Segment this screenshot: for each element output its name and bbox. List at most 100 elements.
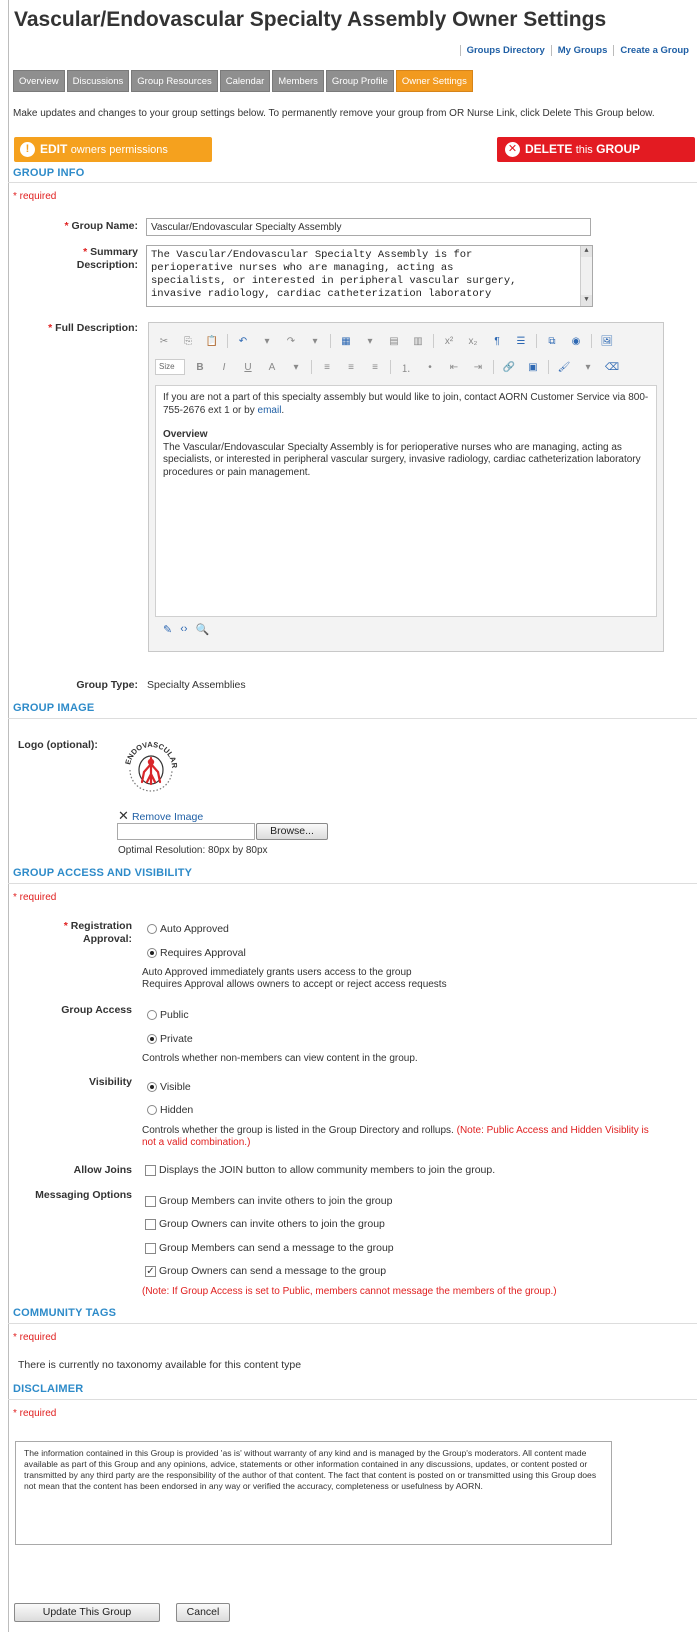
- members-message-checkbox[interactable]: [145, 1242, 156, 1254]
- msg-option-owners-invite[interactable]: Group Owners can invite others to join t…: [145, 1218, 385, 1230]
- superscript-icon[interactable]: x²: [440, 333, 458, 349]
- insert-link-icon[interactable]: 🔗: [500, 359, 518, 375]
- bold-icon[interactable]: B: [191, 359, 209, 375]
- create-group-link[interactable]: Create a Group: [613, 45, 695, 56]
- owners-invite-checkbox[interactable]: [145, 1218, 156, 1230]
- scrollbar[interactable]: ▲ ▼: [580, 246, 592, 306]
- radio-auto-approved[interactable]: [147, 924, 157, 935]
- cut-icon[interactable]: ✂: [155, 333, 173, 349]
- insert-media-icon[interactable]: ▣: [524, 359, 542, 375]
- msg-option-members-invite[interactable]: Group Members can invite others to join …: [145, 1195, 392, 1207]
- font-size-select[interactable]: Size: [155, 359, 185, 375]
- tab-calendar[interactable]: Calendar: [219, 70, 271, 92]
- outdent-icon[interactable]: ⇤: [445, 359, 463, 375]
- reg-option-auto-approved[interactable]: Auto Approved: [147, 923, 229, 935]
- group-type-value: Specialty Assemblies: [147, 679, 246, 691]
- copy-icon[interactable]: ⎘: [179, 333, 197, 349]
- radio-requires-approval[interactable]: [147, 948, 157, 959]
- edit-owners-permissions-button[interactable]: ! EDIT owners permissions: [14, 137, 212, 162]
- design-mode-icon[interactable]: ✎: [163, 623, 172, 636]
- tab-overview[interactable]: Overview: [13, 70, 65, 92]
- radio-label: Auto Approved: [160, 923, 229, 936]
- summary-line: invasive radiology, cardiac catheterizat…: [151, 288, 492, 300]
- full-description-paragraph: If you are not a part of this specialty …: [163, 392, 649, 416]
- remove-image-link[interactable]: Remove Image: [132, 811, 203, 823]
- undo-icon[interactable]: ↶: [234, 333, 252, 349]
- groups-directory-link[interactable]: Groups Directory: [459, 45, 551, 56]
- msg-option-members-message[interactable]: Group Members can send a message to the …: [145, 1242, 394, 1254]
- undo-dropdown-icon[interactable]: ▾: [258, 333, 276, 349]
- italic-icon[interactable]: I: [215, 359, 233, 375]
- scroll-up-icon[interactable]: ▲: [581, 246, 592, 257]
- insert-column-icon[interactable]: ▥: [409, 333, 427, 349]
- delete-group-button[interactable]: ✕ DELETE this GROUP: [497, 137, 695, 162]
- delete-label-2: GROUP: [596, 142, 641, 156]
- insert-image-icon[interactable]: 🖼: [598, 333, 616, 349]
- radio-private[interactable]: [147, 1034, 157, 1045]
- spellcheck-icon[interactable]: ◉: [567, 333, 585, 349]
- top-links: Groups Directory My Groups Create a Group: [459, 45, 695, 56]
- numbered-list-icon[interactable]: ⒈: [397, 359, 415, 375]
- editor-content-area[interactable]: If you are not a part of this specialty …: [155, 385, 657, 617]
- separator: [330, 334, 331, 348]
- html-mode-icon[interactable]: ‹›: [180, 623, 187, 636]
- browse-button[interactable]: Browse...: [256, 823, 328, 840]
- radio-public[interactable]: [147, 1010, 157, 1021]
- remove-icon[interactable]: ✕: [118, 808, 129, 823]
- my-groups-link[interactable]: My Groups: [550, 45, 614, 56]
- paste-icon[interactable]: 📋: [203, 333, 221, 349]
- owners-message-checkbox[interactable]: ✓: [145, 1265, 156, 1277]
- access-option-public[interactable]: Public: [147, 1009, 189, 1021]
- align-right-icon[interactable]: ≡: [366, 359, 384, 375]
- table-icon[interactable]: ▦: [337, 333, 355, 349]
- separator: [548, 360, 549, 374]
- tab-members[interactable]: Members: [272, 70, 324, 92]
- indent-icon[interactable]: ⇥: [469, 359, 487, 375]
- font-color-dropdown-icon[interactable]: ▾: [287, 359, 305, 375]
- group-name-input[interactable]: Vascular/Endovascular Specialty Assembly: [146, 218, 591, 236]
- scroll-down-icon[interactable]: ▼: [581, 295, 592, 306]
- redo-dropdown-icon[interactable]: ▾: [306, 333, 324, 349]
- no-taxonomy-text: There is currently no taxonomy available…: [18, 1359, 302, 1371]
- reg-option-requires-approval[interactable]: Requires Approval: [147, 947, 246, 959]
- update-group-button[interactable]: Update This Group: [14, 1603, 160, 1622]
- radio-visible[interactable]: [147, 1082, 157, 1093]
- required-note: * required: [13, 1408, 57, 1419]
- paragraph-icon[interactable]: ¶: [488, 333, 506, 349]
- cancel-button[interactable]: Cancel: [176, 1603, 230, 1622]
- clear-format-icon[interactable]: ⌫: [603, 359, 621, 375]
- rich-text-editor: ✂ ⎘ 📋 ↶ ▾ ↷ ▾ ▦ ▾ ▤ ▥ x² x₂ ¶ ☰ ⧉ ◉ 🖼 Si…: [148, 322, 664, 652]
- divider: [8, 182, 697, 183]
- horizontal-rule-icon[interactable]: ☰: [512, 333, 530, 349]
- redo-icon[interactable]: ↷: [282, 333, 300, 349]
- align-center-icon[interactable]: ≡: [342, 359, 360, 375]
- font-color-icon[interactable]: A: [263, 359, 281, 375]
- paste-word-icon[interactable]: ⧉: [543, 333, 561, 349]
- disclaimer-textarea[interactable]: The information contained in this Group …: [15, 1441, 612, 1545]
- members-invite-checkbox[interactable]: [145, 1195, 156, 1207]
- email-link[interactable]: email: [258, 405, 282, 416]
- group-access-label: Group Access: [61, 1004, 132, 1016]
- bulleted-list-icon[interactable]: •: [421, 359, 439, 375]
- summary-description-textarea[interactable]: The Vascular/Endovascular Specialty Asse…: [146, 245, 593, 307]
- allow-joins-option[interactable]: Displays the JOIN button to allow commun…: [145, 1164, 495, 1176]
- access-option-private[interactable]: Private: [147, 1033, 193, 1045]
- tab-group-profile[interactable]: Group Profile: [325, 70, 394, 92]
- subscript-icon[interactable]: x₂: [464, 333, 482, 349]
- format-brush-icon[interactable]: 🖌: [555, 359, 573, 375]
- underline-icon[interactable]: U: [239, 359, 257, 375]
- insert-row-icon[interactable]: ▤: [385, 333, 403, 349]
- tab-group-resources[interactable]: Group Resources: [131, 70, 218, 92]
- allow-joins-checkbox[interactable]: [145, 1164, 156, 1176]
- preview-mode-icon[interactable]: 🔍: [196, 623, 210, 636]
- tab-discussions[interactable]: Discussions: [66, 70, 130, 92]
- tab-owner-settings[interactable]: Owner Settings: [395, 70, 473, 92]
- visibility-option-hidden[interactable]: Hidden: [147, 1104, 193, 1116]
- msg-option-owners-message[interactable]: ✓ Group Owners can send a message to the …: [145, 1265, 386, 1277]
- visibility-option-visible[interactable]: Visible: [147, 1081, 191, 1093]
- radio-hidden[interactable]: [147, 1105, 157, 1116]
- table-dropdown-icon[interactable]: ▾: [361, 333, 379, 349]
- format-dropdown-icon[interactable]: ▾: [579, 359, 597, 375]
- align-left-icon[interactable]: ≡: [318, 359, 336, 375]
- file-path-input[interactable]: [117, 823, 255, 840]
